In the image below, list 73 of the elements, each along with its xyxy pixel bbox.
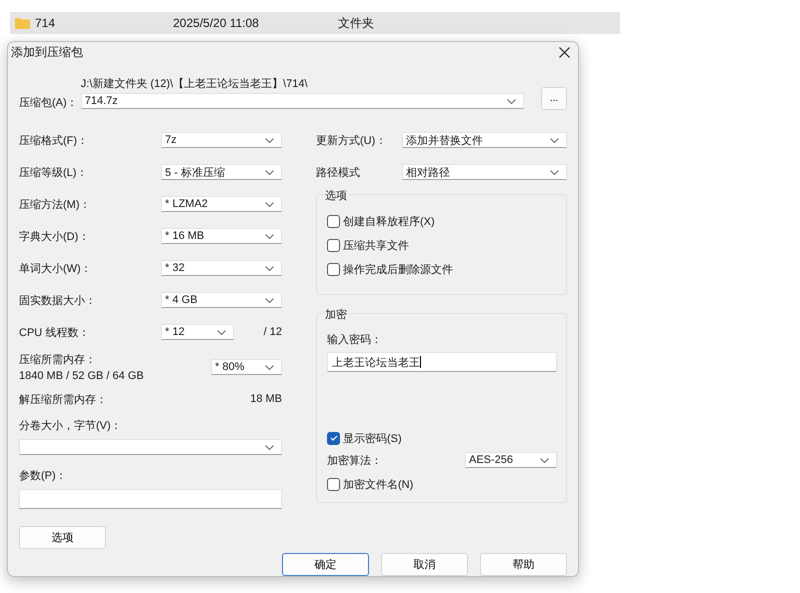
chevron-down-icon: [265, 364, 274, 370]
close-icon[interactable]: [559, 46, 570, 58]
dropdown[interactable]: * 16 MB: [161, 228, 282, 244]
field-label: 压缩所需内存：: [19, 352, 97, 367]
checkbox-label: 创建自释放程序(X): [343, 214, 435, 228]
options-button[interactable]: 选项: [19, 526, 106, 549]
checkbox-label: 操作完成后删除源文件: [343, 262, 453, 276]
checkbox-label: 压缩共享文件: [343, 238, 409, 252]
memory-value: 18 MB: [250, 393, 282, 405]
folder-icon: [15, 17, 30, 29]
volume-size-dropdown[interactable]: [19, 439, 282, 455]
dropdown[interactable]: * 12: [161, 324, 234, 340]
dropdown[interactable]: * 32: [161, 260, 282, 276]
group-title: 加密: [323, 307, 349, 322]
checkbox[interactable]: [327, 262, 340, 276]
dropdown[interactable]: * LZMA2: [161, 196, 282, 212]
field-label: 路径模式: [316, 166, 360, 180]
chevron-down-icon: [265, 234, 274, 238]
group-title: 选项: [323, 188, 349, 203]
field-label: 压缩格式(F)：: [19, 134, 88, 148]
field-label: 分卷大小，字节(V)：: [19, 418, 123, 433]
checkbox[interactable]: [327, 214, 340, 228]
archive-name-field[interactable]: 714.7z: [80, 93, 524, 109]
file-date: 2025/5/20 11:08: [173, 16, 260, 30]
dropdown[interactable]: 添加并替换文件: [402, 132, 567, 148]
chevron-down-icon: [507, 98, 516, 104]
dropdown[interactable]: 7z: [161, 132, 282, 148]
window-title: 添加到压缩包: [11, 44, 83, 60]
memory-usage: 1840 MB / 52 GB / 64 GB: [19, 370, 144, 382]
dropdown[interactable]: 相对路径: [402, 164, 567, 180]
dropdown[interactable]: 5 - 标准压缩: [161, 164, 282, 180]
dropdown[interactable]: * 4 GB: [161, 292, 282, 308]
field-label: 解压缩所需内存：: [19, 392, 107, 406]
field-label: 输入密码：: [327, 332, 383, 347]
checkbox[interactable]: [327, 432, 340, 444]
field-label: 更新方式(U)：: [316, 134, 386, 148]
chevron-down-icon: [265, 170, 274, 174]
file-type: 文件夹: [338, 14, 374, 32]
chevron-down-icon: [265, 138, 274, 142]
checkbox[interactable]: [327, 478, 340, 490]
file-row[interactable]: 714 2025/5/20 11:08 文件夹: [10, 12, 620, 34]
field-label: CPU 线程数：: [19, 326, 90, 340]
field-label: 加密算法：: [327, 454, 382, 468]
chevron-down-icon: [265, 444, 274, 450]
field-label: 压缩包(A)：: [19, 96, 79, 110]
chevron-down-icon: [217, 330, 226, 334]
field-label: 字典大小(D)：: [19, 230, 90, 244]
browse-button[interactable]: ...: [541, 87, 567, 110]
field-label: 压缩方法(M)：: [19, 198, 90, 212]
thread-total: / 12: [262, 326, 282, 338]
dialog-button[interactable]: 帮助: [480, 553, 567, 576]
field-label: 参数(P)：: [19, 469, 68, 483]
file-name: 714: [35, 16, 56, 30]
chevron-down-icon: [265, 298, 274, 302]
chevron-down-icon: [550, 170, 559, 174]
chevron-down-icon: [265, 202, 274, 206]
password-field[interactable]: 上老王论坛当老王: [327, 352, 557, 372]
archive-path: J:\新建文件夹 (12)\【上老王论坛当老王】\714\: [80, 76, 309, 91]
field-label: 压缩等级(L)：: [19, 166, 88, 180]
check-icon: [330, 435, 338, 441]
field-label: 固实数据大小：: [19, 294, 96, 308]
parameters-field[interactable]: [19, 489, 282, 509]
chevron-down-icon: [540, 458, 549, 462]
checkbox-label: 显示密码(S): [343, 432, 402, 446]
dialog-button[interactable]: 取消: [381, 553, 468, 576]
checkbox-label: 加密文件名(N): [343, 478, 414, 492]
chevron-down-icon: [550, 138, 559, 142]
dropdown[interactable]: * 80%: [211, 359, 282, 375]
field-label: 单词大小(W)：: [19, 262, 92, 276]
chevron-down-icon: [265, 266, 274, 270]
checkbox[interactable]: [327, 238, 340, 252]
dropdown[interactable]: AES-256: [465, 452, 557, 468]
dialog-button[interactable]: 确定: [282, 553, 369, 576]
